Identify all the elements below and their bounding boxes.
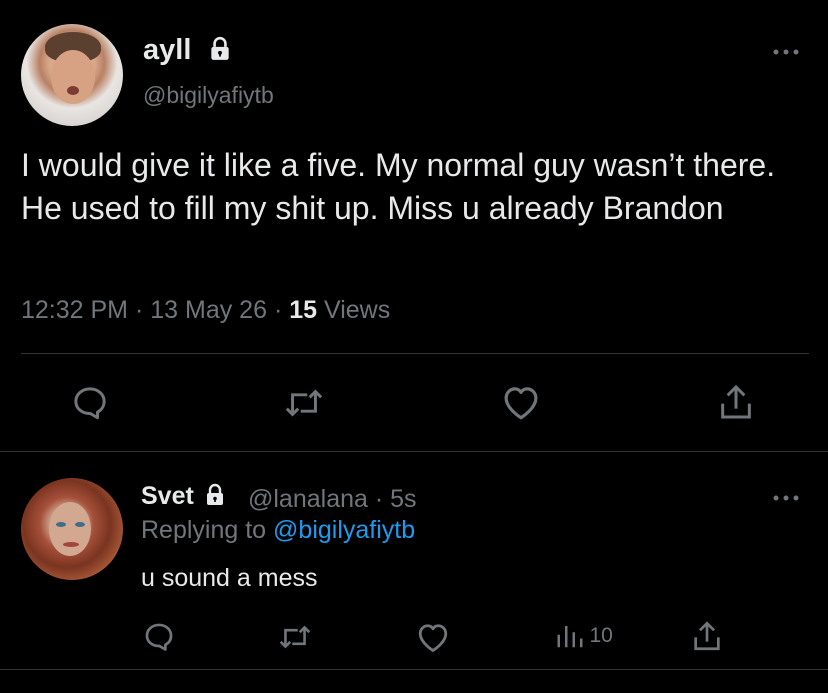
reply-author-avatar[interactable] bbox=[21, 478, 123, 580]
author-name[interactable]: ayll bbox=[143, 34, 191, 66]
reply-share-button[interactable] bbox=[691, 619, 723, 658]
tweet-time[interactable]: 12:32 PM bbox=[21, 296, 128, 324]
reply-icon bbox=[145, 623, 173, 651]
reply-like-button[interactable] bbox=[415, 620, 451, 659]
avatar-eye bbox=[75, 522, 85, 527]
share-icon bbox=[694, 621, 720, 651]
lock-icon bbox=[211, 37, 230, 61]
reply-author-handle[interactable]: @lanalana bbox=[248, 485, 368, 513]
like-button[interactable] bbox=[500, 382, 542, 427]
reply-text: u sound a mess bbox=[141, 564, 318, 592]
meta-separator: · bbox=[273, 296, 283, 324]
retweet-icon bbox=[285, 389, 323, 417]
avatar-mouth bbox=[67, 86, 79, 95]
reply-age[interactable]: 5s bbox=[390, 485, 416, 513]
divider bbox=[21, 353, 809, 354]
reply-handle-row: @lanalana · 5s bbox=[248, 485, 417, 514]
avatar-face bbox=[51, 50, 95, 104]
replying-mention-link[interactable]: @bigilyafiytb bbox=[273, 516, 415, 544]
retweet-button[interactable] bbox=[284, 385, 324, 426]
like-icon bbox=[418, 624, 448, 652]
avatar-mouth bbox=[63, 542, 79, 547]
views-icon bbox=[557, 626, 583, 648]
share-icon bbox=[721, 384, 751, 419]
retweet-icon bbox=[279, 625, 311, 649]
author-handle[interactable]: @bigilyafiytb bbox=[143, 82, 274, 109]
replying-label: Replying to bbox=[141, 516, 267, 544]
reply-views-count: 10 bbox=[589, 624, 613, 647]
divider bbox=[0, 451, 828, 452]
like-icon bbox=[504, 387, 538, 420]
tweet-meta: 12:32 PM · 13 May 26 · 15 Views bbox=[21, 296, 390, 325]
share-button[interactable] bbox=[717, 382, 755, 427]
author-avatar[interactable] bbox=[21, 24, 123, 126]
avatar-face bbox=[49, 502, 91, 556]
lock-icon bbox=[206, 484, 223, 506]
reply-button[interactable] bbox=[70, 383, 110, 428]
reply-author-name-row[interactable]: Svet bbox=[141, 482, 227, 511]
reply-views-button[interactable]: 10 bbox=[555, 622, 613, 650]
meta-separator: · bbox=[374, 485, 384, 513]
meta-separator: · bbox=[134, 296, 144, 324]
author-name-row[interactable]: ayll bbox=[143, 34, 233, 67]
avatar-eye bbox=[56, 522, 66, 527]
tweet-date[interactable]: 13 May 26 bbox=[150, 296, 267, 324]
reply-icon bbox=[74, 387, 106, 420]
views-label[interactable]: Views bbox=[324, 296, 390, 324]
reply-retweet-button[interactable] bbox=[278, 622, 312, 657]
replying-to: Replying to @bigilyafiytb bbox=[141, 516, 415, 545]
reply-more-options-button[interactable] bbox=[772, 490, 800, 508]
reply-author-name[interactable]: Svet bbox=[141, 482, 194, 510]
reply-reply-button[interactable] bbox=[142, 620, 176, 659]
more-options-button[interactable] bbox=[772, 44, 800, 62]
views-count[interactable]: 15 bbox=[289, 296, 317, 324]
tweet-text: I would give it like a five. My normal g… bbox=[21, 147, 776, 226]
more-dots-icon bbox=[773, 49, 799, 55]
divider bbox=[0, 669, 828, 670]
more-dots-icon bbox=[773, 495, 799, 501]
